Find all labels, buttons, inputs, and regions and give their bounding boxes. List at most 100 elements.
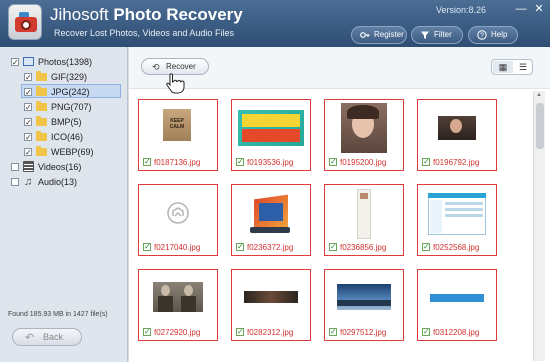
file-caption[interactable]: f0312208.jpg [422,326,479,338]
file-card[interactable]: f0297512.jpg [324,269,404,341]
help-icon: ? [477,30,487,40]
file-thumbnail [139,270,217,325]
file-caption[interactable]: f0217040.jpg [143,241,200,253]
tree-label: GIF(329) [51,72,88,82]
file-thumbnail [418,270,496,325]
file-thumbnail [325,100,403,155]
bmp-checkbox[interactable] [24,116,32,130]
register-button[interactable]: Register [351,26,407,44]
file-thumbnail [232,185,310,240]
app-subtitle: Recover Lost Photos, Videos and Audio Fi… [54,28,234,38]
file-checkbox[interactable] [143,241,151,252]
tree-item-webp[interactable]: WEBP(69) [8,145,126,160]
file-card[interactable]: f0196792.jpg [417,99,497,171]
file-checkbox[interactable] [236,156,244,167]
file-caption[interactable]: f0187136.jpg [143,156,200,168]
tree-label: PNG(707) [51,102,92,112]
tree-item-photos[interactable]: Photos(1398) [8,55,126,70]
file-thumbnail [418,100,496,155]
file-checkbox[interactable] [422,156,430,167]
file-caption[interactable]: f0193536.jpg [236,156,293,168]
file-thumbnail: KEEP CALM [139,100,217,155]
app-logo [8,4,42,40]
back-arrow-icon: ↶ [25,332,35,344]
help-button[interactable]: ? Help [468,26,518,44]
tree-label: Photos(1398) [38,57,93,67]
tree-label: Videos(16) [38,162,82,172]
tree-label: ICO(46) [51,132,84,142]
file-caption[interactable]: f0236372.jpg [236,241,293,253]
file-checkbox[interactable] [236,326,244,337]
tree-item-gif[interactable]: GIF(329) [8,70,126,85]
hand-cursor-icon [166,73,185,94]
folder-icon [36,101,47,111]
file-caption[interactable]: f0297512.jpg [329,326,386,338]
file-card[interactable]: f0252568.jpg [417,184,497,256]
minimize-button[interactable]: — [514,3,528,15]
file-checkbox[interactable] [422,326,430,337]
filter-button[interactable]: Filter [411,26,463,44]
tree-item-audio[interactable]: ♫ Audio(13) [8,175,126,189]
help-label: Help [491,30,508,39]
file-caption[interactable]: f0236856.jpg [329,241,386,253]
file-card[interactable]: f0272920.jpg [138,269,218,341]
back-label: Back [43,332,64,342]
videos-checkbox[interactable] [11,163,19,171]
tree-label: Audio(13) [38,177,78,187]
file-caption[interactable]: f0282312.jpg [236,326,293,338]
file-caption[interactable]: f0272920.jpg [143,326,200,338]
file-thumbnail [139,185,217,240]
folder-icon [36,131,47,141]
file-caption[interactable]: f0195200.jpg [329,156,386,168]
tree-item-png[interactable]: PNG(707) [8,100,126,115]
results-scrollbar[interactable]: ▲ [533,91,545,361]
tree-item-videos[interactable]: Videos(16) [8,160,126,174]
audio-checkbox[interactable] [11,178,19,186]
register-icon [360,30,370,40]
file-checkbox[interactable] [236,241,244,252]
file-card[interactable]: f0193536.jpg [231,99,311,171]
file-checkbox[interactable] [422,241,430,252]
file-card[interactable]: f0236372.jpg [231,184,311,256]
file-checkbox[interactable] [143,156,151,167]
folder-icon [36,146,47,156]
scroll-up-icon[interactable]: ▲ [536,92,542,98]
file-card[interactable]: f0217040.jpg [138,184,218,256]
file-checkbox[interactable] [329,156,337,167]
file-thumbnail [232,100,310,155]
tree-item-bmp[interactable]: BMP(5) [8,115,126,130]
svg-text:?: ? [480,33,484,40]
folder-icon [36,71,47,81]
jpg-checkbox[interactable] [24,86,32,100]
file-caption[interactable]: f0196792.jpg [422,156,479,168]
film-icon [23,161,34,172]
register-label: Register [374,30,404,39]
gif-checkbox[interactable] [24,71,32,85]
webp-checkbox[interactable] [24,146,32,160]
file-checkbox[interactable] [329,241,337,252]
ico-checkbox[interactable] [24,131,32,145]
tree-item-jpg[interactable]: JPG(242) [21,84,121,100]
back-button[interactable]: ↶ Back [12,328,82,346]
file-checkbox[interactable] [143,326,151,337]
tree-item-ico[interactable]: ICO(46) [8,130,126,145]
results-panel: ⟲ Recover ▦ ☰ ▲ KEEPCALM f0187136.jpg f0… [129,47,550,362]
scrollbar-thumb[interactable] [536,103,544,149]
recover-icon: ⟲ [152,62,160,72]
file-card[interactable]: f0282312.jpg [231,269,311,341]
close-button[interactable]: ✕ [532,3,546,15]
file-caption[interactable]: f0252568.jpg [422,241,479,253]
list-view-icon[interactable]: ☰ [513,61,533,73]
file-checkbox[interactable] [329,326,337,337]
file-card[interactable]: f0312208.jpg [417,269,497,341]
photos-checkbox[interactable] [11,56,19,70]
file-card[interactable]: f0236856.jpg [324,184,404,256]
file-card[interactable]: f0195200.jpg [324,99,404,171]
png-checkbox[interactable] [24,101,32,115]
file-thumbnail [325,185,403,240]
found-status: Found 185.93 MB in 1427 file(s) [8,311,108,318]
file-thumbnail [325,270,403,325]
grid-view-icon[interactable]: ▦ [493,61,513,73]
file-card[interactable]: KEEPCALM f0187136.jpg [138,99,218,171]
photos-icon [23,57,34,66]
